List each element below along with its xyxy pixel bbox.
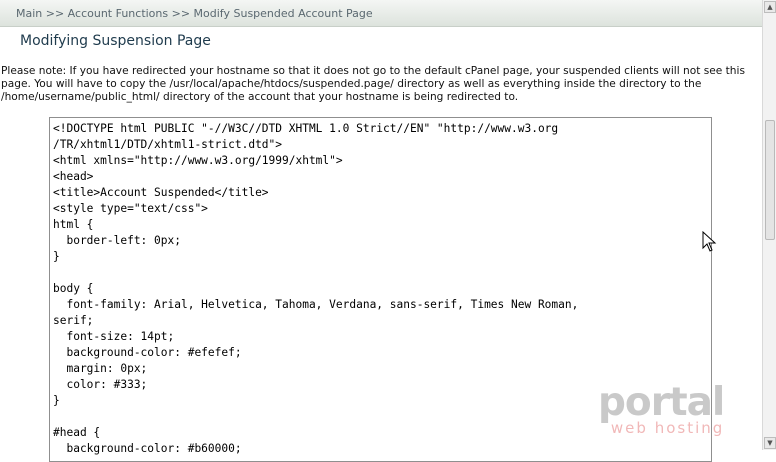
logo-sub-text: web hosting: [610, 419, 725, 437]
code-line: <html xmlns="http://www.w3.org/1999/xhtm…: [53, 154, 343, 167]
mouse-pointer-icon: [702, 231, 717, 252]
code-line: <!DOCTYPE html PUBLIC "-//W3C//DTD XHTML…: [53, 122, 559, 135]
scroll-up-icon[interactable]: ▲: [764, 1, 776, 13]
code-line: margin: 0px;: [53, 362, 148, 375]
code-line: }: [53, 250, 60, 263]
code-line: <title>Account Suspended</title>: [53, 186, 269, 199]
vertical-scrollbar[interactable]: ▲ ▼: [762, 0, 776, 450]
scroll-down-icon[interactable]: ▼: [764, 437, 776, 449]
code-line: border-left: 0px;: [53, 234, 181, 247]
code-line: body {: [53, 282, 94, 295]
breadcrumb-text[interactable]: Main >> Account Functions >> Modify Susp…: [16, 7, 373, 20]
code-line: background-color: #b60000;: [53, 442, 242, 455]
code-line: font-size: 14pt;: [53, 330, 175, 343]
code-line: <head>: [53, 170, 94, 183]
code-line: /TR/xhtml1/DTD/xhtml1-strict.dtd">: [53, 138, 283, 151]
code-line: serif;: [53, 314, 94, 327]
code-line: html {: [53, 218, 94, 231]
note-text: Please note: If you have redirected your…: [1, 65, 745, 103]
code-line: font-family: Arial, Helvetica, Tahoma, V…: [53, 298, 579, 311]
breadcrumb: Main >> Account Functions >> Modify Susp…: [0, 0, 762, 27]
logo-main-text: portal: [598, 380, 725, 425]
code-line: <style type="text/css">: [53, 202, 208, 215]
scroll-thumb[interactable]: [765, 120, 775, 240]
code-line: background-color: #efefef;: [53, 346, 242, 359]
portal-logo: portal web hosting: [598, 380, 725, 438]
page-title: Modifying Suspension Page: [20, 33, 211, 49]
